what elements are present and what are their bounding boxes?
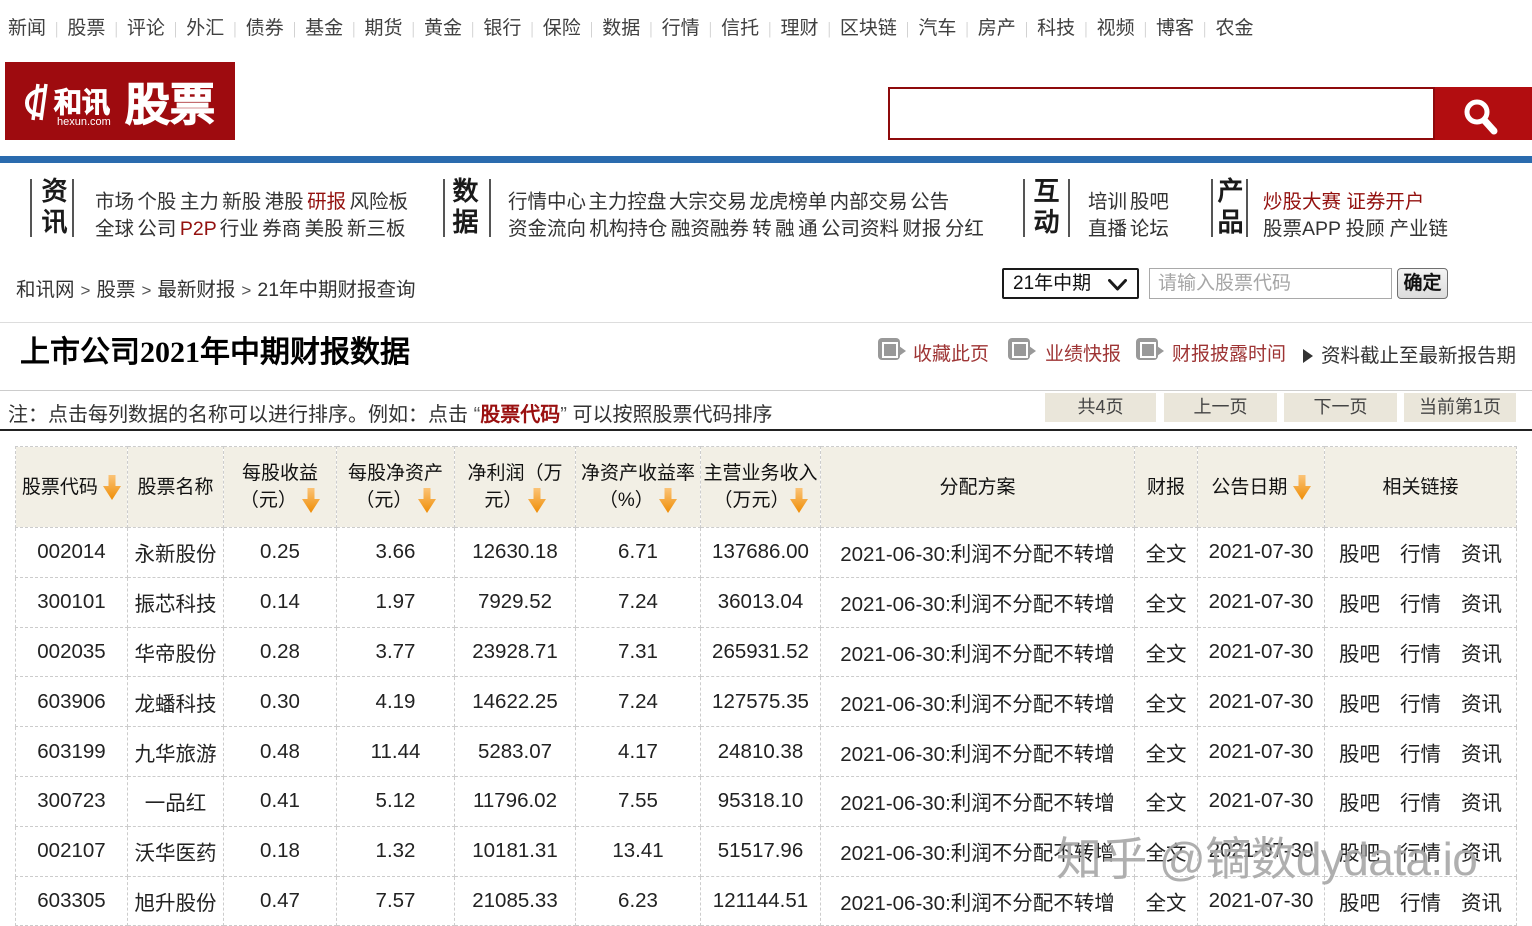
svg-text:hexun.com: hexun.com	[57, 116, 111, 128]
svg-text:股票: 股票	[125, 79, 215, 130]
svg-text:和讯: 和讯	[54, 87, 110, 118]
